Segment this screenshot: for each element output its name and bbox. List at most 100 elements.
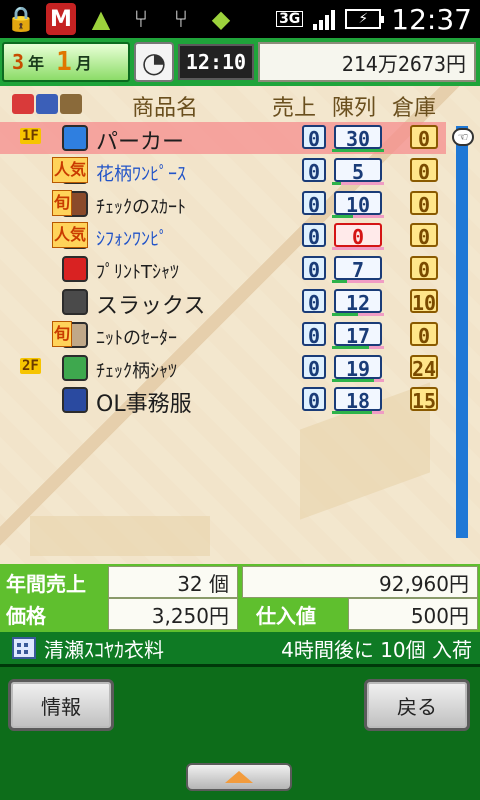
year-number: 3 [12, 50, 25, 74]
stock-count: 0 [410, 190, 438, 217]
stock-count: 24 [410, 354, 438, 381]
pointing-hand-icon[interactable]: ☜ [452, 128, 474, 146]
display-empty-bar [358, 313, 384, 316]
sales-count: 0 [302, 354, 326, 381]
column-header-sales: 売上 [272, 96, 317, 121]
display-count: 30 [334, 125, 382, 151]
display-level-bar [332, 411, 372, 415]
person-icon[interactable] [60, 94, 82, 114]
sales-count: 0 [302, 321, 326, 348]
display-empty-bar [353, 214, 384, 218]
arrow-up-icon [225, 771, 253, 783]
product-name: スラックス [96, 294, 206, 319]
trend-badge: 人気 [52, 222, 89, 249]
product-row[interactable]: 1F パーカー 0 30 0 [0, 122, 446, 155]
lock-icon: 🔒 [6, 5, 36, 33]
annual-sales-quantity: 32 個 [108, 566, 238, 598]
product-row[interactable]: 人気 ｼﾌｫﾝﾜﾝﾋﾟ 0 0 0 [0, 220, 446, 252]
product-name: OL事務服 [96, 392, 192, 418]
notification-icons: 🔒 M ▲ ⑂ ⑂ ◆ [6, 3, 236, 35]
display-empty-bar [372, 411, 384, 415]
stock-count: 0 [410, 125, 438, 151]
price-value: 3,250円 [108, 598, 238, 630]
sales-count: 0 [302, 157, 326, 184]
signal-icon [313, 8, 336, 30]
clock-icon: ◔ [134, 42, 174, 82]
display-level-bar [332, 214, 353, 218]
product-name: パーカー [96, 130, 185, 155]
info-button[interactable]: 情報 [8, 679, 114, 731]
battery-icon: ⚡ [345, 9, 385, 29]
usb-icon: ⑂ [173, 5, 189, 33]
product-name: ﾁｪｯｸのｽｶｰﾄ [96, 196, 186, 218]
clothing-icon [62, 354, 88, 381]
price-label: 価格 [6, 603, 46, 628]
clothing-icon [62, 289, 88, 315]
month-unit: 月 [75, 54, 92, 73]
factory-icon [12, 637, 36, 659]
supplier-bar: 清瀬ｽｺﾔｶ衣料 4時間後に 10個 入荷 [0, 632, 480, 664]
mcafee-icon: M [46, 3, 76, 35]
sales-count: 0 [302, 125, 326, 151]
display-empty-bar [341, 181, 384, 185]
sales-count: 0 [302, 387, 326, 413]
shelf-icon[interactable] [36, 94, 58, 114]
stock-count: 15 [410, 387, 438, 414]
scrollbar[interactable] [456, 126, 468, 538]
supplier-name: 清瀬ｽｺﾔｶ衣料 [44, 637, 164, 662]
display-count: 7 [334, 256, 382, 282]
product-row[interactable]: OL事務服 0 18 15 [0, 384, 446, 418]
column-header-stock: 倉庫 [392, 96, 437, 121]
display-count: 10 [334, 190, 382, 217]
sales-count: 0 [302, 223, 326, 249]
year-unit: 年 [28, 54, 45, 73]
stock-count: 0 [410, 223, 438, 249]
android-icon: ◆ [211, 5, 231, 33]
display-level-bar [332, 313, 358, 316]
product-row[interactable]: 人気 花柄ﾜﾝﾋﾟｰｽ 0 5 0 [0, 155, 446, 187]
sales-count: 0 [302, 289, 326, 315]
shirt-icon[interactable] [12, 94, 34, 114]
date-display: 3 年 1 月 [2, 42, 130, 82]
status-clock: 12:37 [391, 2, 472, 36]
sales-count: 0 [302, 190, 326, 217]
clothing-icon [62, 256, 88, 283]
display-empty-bar [374, 378, 384, 382]
product-name: ﾆｯﾄのｾｰﾀｰ [96, 327, 177, 349]
trend-badge: 旬 [52, 320, 73, 347]
product-name: ｼﾌｫﾝﾜﾝﾋﾟ [96, 229, 168, 251]
expand-button[interactable] [186, 763, 292, 791]
display-count: 17 [334, 321, 382, 348]
display-count: 5 [334, 157, 382, 184]
arrival-info: 4時間後に 10個 入荷 [281, 637, 472, 662]
floor-label: 2F [20, 357, 41, 374]
cost-label: 仕入値 [256, 603, 316, 628]
product-row[interactable]: 旬 ﾁｪｯｸのｽｶｰﾄ 0 10 0 [0, 188, 446, 220]
stock-count: 0 [410, 256, 438, 282]
product-name: ﾌﾟﾘﾝﾄTｼｬﾂ [96, 262, 179, 284]
category-icons[interactable] [12, 94, 82, 114]
stock-count: 0 [410, 321, 438, 348]
display-level-bar [332, 280, 347, 284]
bottom-controls: 情報 戻る [0, 664, 480, 800]
product-row[interactable]: 2F ﾁｪｯｸ柄ｼｬﾂ 0 19 24 [0, 352, 446, 384]
display-level-bar [332, 345, 369, 349]
product-row[interactable]: スラックス 0 12 10 [0, 286, 446, 319]
display-level-bar [332, 149, 384, 152]
display-empty-bar [347, 280, 384, 284]
product-name: ﾁｪｯｸ柄ｼｬﾂ [96, 360, 177, 382]
back-button[interactable]: 戻る [364, 679, 470, 731]
game-header: 3 年 1 月 ◔ 12:10 214万2673円 [0, 38, 480, 86]
clothing-icon [62, 125, 88, 151]
product-row[interactable]: ﾌﾟﾘﾝﾄTｼｬﾂ 0 7 0 [0, 253, 446, 285]
trend-badge: 旬 [52, 189, 73, 216]
stock-count: 10 [410, 289, 438, 315]
product-row[interactable]: 旬 ﾆｯﾄのｾｰﾀｰ 0 17 0 [0, 319, 446, 351]
column-header-display: 陳列 [332, 96, 377, 121]
network-type-label: 3G [276, 11, 304, 27]
column-header-name: 商品名 [132, 96, 199, 121]
game-time: 12:10 [178, 44, 254, 80]
clothing-icon [62, 387, 88, 414]
product-name: 花柄ﾜﾝﾋﾟｰｽ [96, 163, 186, 185]
usb-icon: ⑂ [133, 5, 149, 33]
